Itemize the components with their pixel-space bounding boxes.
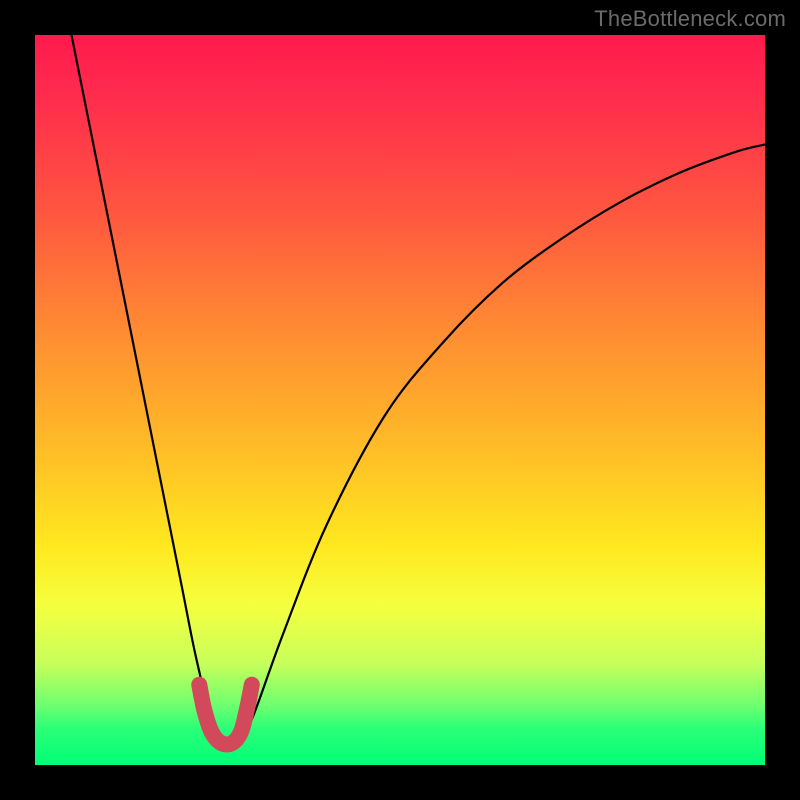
outer-frame: TheBottleneck.com [0, 0, 800, 800]
trough-marker-path [199, 685, 252, 745]
plot-area [35, 35, 765, 765]
curve-svg [35, 35, 765, 765]
bottleneck-curve-path [72, 35, 766, 747]
watermark-text: TheBottleneck.com [594, 6, 786, 32]
